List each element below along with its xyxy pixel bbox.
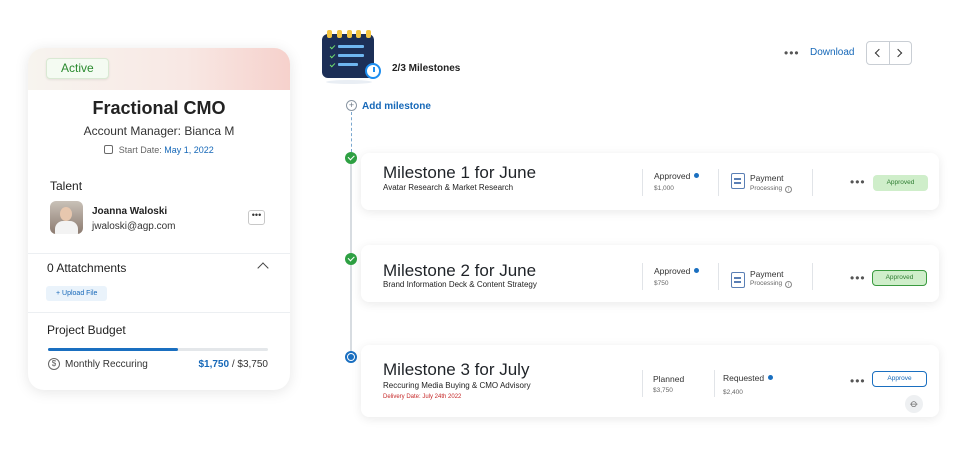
divider bbox=[28, 253, 290, 254]
milestone-more-button[interactable]: ••• bbox=[850, 271, 866, 285]
status-dot bbox=[768, 375, 774, 380]
milestone-card[interactable]: Milestone 1 for June Avatar Research & M… bbox=[361, 153, 939, 210]
milestone-more-button[interactable]: ••• bbox=[850, 175, 866, 189]
next-button[interactable] bbox=[889, 42, 911, 64]
chevron-up-icon[interactable] bbox=[257, 262, 269, 274]
milestone-title: Milestone 2 for June bbox=[383, 261, 537, 280]
milestone-more-button[interactable]: ••• bbox=[850, 374, 866, 388]
milestone-amount: $750 bbox=[654, 280, 669, 287]
milestone-status: Planned bbox=[653, 374, 685, 384]
start-date-value: May 1, 2022 bbox=[164, 145, 214, 155]
paperclip-icon[interactable]: ⌀ bbox=[901, 391, 927, 417]
talent-more-button[interactable]: ••• bbox=[248, 210, 265, 225]
invoice-icon bbox=[731, 272, 745, 288]
pager bbox=[866, 41, 912, 65]
dollar-icon: $ bbox=[48, 358, 60, 370]
budget-progress-fill bbox=[48, 348, 178, 351]
previous-button[interactable] bbox=[867, 42, 889, 64]
milestone-complete-icon bbox=[345, 253, 357, 265]
milestone-amount: $3,750 bbox=[653, 387, 673, 394]
milestone-card[interactable]: Milestone 2 for June Brand Information D… bbox=[361, 245, 939, 302]
budget-type: Monthly Reccuring bbox=[65, 359, 148, 370]
status-badge: Active bbox=[46, 58, 109, 79]
approved-badge[interactable]: Approved bbox=[872, 270, 927, 286]
budget-progress-track bbox=[48, 348, 268, 351]
payment-label: Payment bbox=[750, 269, 784, 279]
info-icon[interactable]: i bbox=[785, 281, 793, 288]
milestone-subtitle: Reccuring Media Buying & CMO Advisory bbox=[383, 381, 531, 390]
project-title: Fractional CMO bbox=[92, 98, 226, 118]
upload-file-button[interactable]: + Upload File bbox=[46, 286, 108, 301]
chevron-right-icon bbox=[893, 48, 903, 58]
milestone-subtitle: Avatar Research & Market Research bbox=[383, 183, 514, 192]
attachments-heading: 0 Attatchments bbox=[47, 261, 127, 275]
more-options-button[interactable]: ••• bbox=[784, 46, 800, 60]
avatar bbox=[50, 201, 83, 234]
talent-name: Joanna Waloski bbox=[92, 206, 168, 217]
approve-button[interactable]: Approve bbox=[872, 371, 927, 387]
budget-amount: $1,750 / $3,750 bbox=[198, 359, 268, 370]
status-dot bbox=[694, 173, 700, 178]
milestone-status: Approved bbox=[654, 171, 700, 181]
talent-heading: Talent bbox=[50, 179, 83, 193]
milestone-complete-icon bbox=[345, 152, 357, 164]
budget-heading: Project Budget bbox=[47, 323, 126, 337]
payment-label: Payment bbox=[750, 173, 784, 183]
milestone-subtitle: Brand Information Deck & Content Strateg… bbox=[383, 280, 537, 289]
milestones-notebook-icon bbox=[322, 30, 381, 84]
budget-total: $3,750 bbox=[237, 359, 268, 370]
account-manager: Account Manager: Bianca M bbox=[83, 124, 235, 138]
payment-status: Processing i bbox=[750, 280, 793, 288]
calendar-icon bbox=[104, 145, 114, 154]
requested-status: Requested bbox=[723, 373, 774, 383]
start-date-label: Start Date: bbox=[118, 145, 162, 155]
delivery-date: Delivery Date: July 24th 2022 bbox=[383, 394, 462, 400]
milestone-card[interactable]: Milestone 3 for July Reccuring Media Buy… bbox=[361, 345, 939, 417]
info-icon[interactable]: i bbox=[785, 186, 793, 193]
add-milestone-link[interactable]: Add milestone bbox=[362, 101, 431, 112]
invoice-icon bbox=[731, 173, 745, 189]
milestones-count: 2/3 Milestones bbox=[392, 63, 461, 74]
milestone-status: Approved bbox=[654, 266, 700, 276]
milestone-current-icon bbox=[345, 351, 357, 363]
status-dot bbox=[694, 268, 700, 273]
project-card: Active Fractional CMO Account Manager: B… bbox=[28, 48, 290, 390]
add-milestone-icon[interactable]: + bbox=[346, 100, 357, 111]
milestone-amount: $1,000 bbox=[654, 185, 674, 192]
payment-status: Processing i bbox=[750, 185, 793, 193]
divider bbox=[28, 312, 290, 313]
milestone-title: Milestone 1 for June bbox=[383, 163, 537, 182]
download-link[interactable]: Download bbox=[810, 47, 854, 58]
requested-amount: $2,400 bbox=[723, 389, 743, 396]
clock-icon bbox=[365, 63, 381, 79]
chevron-left-icon bbox=[874, 48, 884, 58]
approved-badge: Approved bbox=[873, 175, 928, 191]
milestone-title: Milestone 3 for July bbox=[383, 360, 530, 379]
budget-spent: $1,750 bbox=[198, 359, 230, 370]
talent-email: jwaloski@agp.com bbox=[92, 221, 176, 232]
start-date: Start Date: May 1, 2022 bbox=[28, 145, 290, 155]
timeline-dotted-connector bbox=[351, 112, 352, 152]
